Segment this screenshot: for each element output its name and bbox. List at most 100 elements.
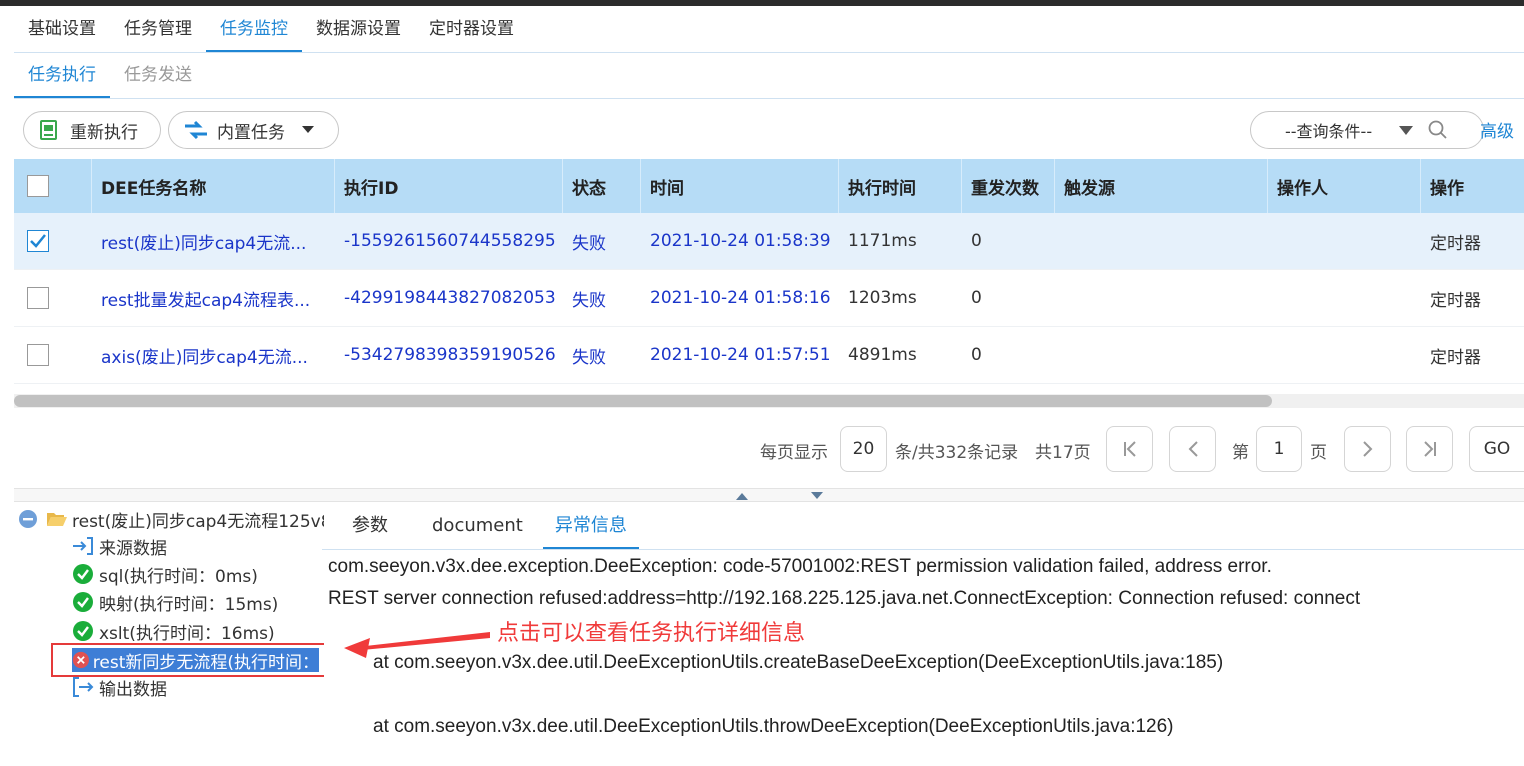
- tree-root[interactable]: rest(废止)同步cap4无流程125v8: [18, 506, 324, 532]
- go-button[interactable]: GO: [1469, 426, 1524, 472]
- tab-task-management[interactable]: 任务管理: [110, 6, 206, 52]
- tab-document[interactable]: document: [420, 504, 535, 549]
- cell-duration: 4891ms: [848, 345, 917, 365]
- tab-basic-settings[interactable]: 基础设置: [14, 6, 110, 52]
- tab-task-execution[interactable]: 任务执行: [14, 53, 110, 98]
- page-number-input[interactable]: 1: [1256, 426, 1302, 472]
- pagination: 每页显示 20 条/共332条记录 共17页 第 1 页 GO: [0, 420, 1524, 478]
- tree-node-label: sql(执行时间：0ms): [99, 566, 258, 587]
- tree-node-rest-selected[interactable]: rest新同步无流程(执行时间：: [72, 648, 319, 672]
- main-tabs: 基础设置 任务管理 任务监控 数据源设置 定时器设置: [14, 6, 1524, 53]
- panel-splitter[interactable]: [14, 488, 1524, 502]
- header-exec-id[interactable]: 执行ID: [335, 159, 563, 213]
- swap-arrows-icon: [185, 120, 207, 140]
- folder-open-icon: [47, 513, 67, 526]
- tree-node-xslt[interactable]: xslt(执行时间：16ms): [72, 618, 275, 644]
- rerun-button[interactable]: 重新执行: [23, 111, 161, 149]
- cell-action: 定时器: [1430, 347, 1481, 368]
- cell-retries: 0: [971, 288, 982, 308]
- header-task-name[interactable]: DEE任务名称: [92, 159, 335, 213]
- table-row[interactable]: rest批量发起cap4流程表... -4299198443827082053 …: [14, 270, 1524, 327]
- tree-node-label: 来源数据: [99, 538, 167, 559]
- tab-datasource-settings[interactable]: 数据源设置: [302, 6, 415, 52]
- cell-status: 失败: [572, 347, 606, 368]
- error-icon: [72, 651, 89, 669]
- exception-line: com.seeyon.v3x.dee.exception.DeeExceptio…: [328, 556, 1272, 577]
- last-page-button[interactable]: [1406, 426, 1453, 472]
- expand-down-icon[interactable]: [810, 491, 824, 501]
- next-page-button[interactable]: [1344, 426, 1391, 472]
- scrollbar-thumb[interactable]: [14, 395, 1272, 407]
- tree-node-source-data[interactable]: 来源数据: [72, 533, 167, 559]
- cell-status: 失败: [572, 290, 606, 311]
- header-status[interactable]: 状态: [563, 159, 641, 213]
- header-operator[interactable]: 操作人: [1268, 159, 1421, 213]
- cell-operator: [1268, 327, 1421, 383]
- tree-node-sql[interactable]: sql(执行时间：0ms): [72, 561, 258, 587]
- collapse-minus-icon[interactable]: [18, 509, 38, 529]
- select-all-checkbox[interactable]: [27, 175, 49, 197]
- cell-duration: 1203ms: [848, 288, 917, 308]
- row-checkbox-cell: [14, 270, 92, 326]
- tab-task-monitor[interactable]: 任务监控: [206, 6, 302, 52]
- first-page-icon: [1123, 441, 1136, 457]
- table-header: DEE任务名称 执行ID 状态 时间 执行时间 重发次数 触发源 操作人 操作: [14, 159, 1524, 213]
- row-checkbox[interactable]: [27, 230, 49, 252]
- chevron-right-icon: [1362, 441, 1372, 457]
- annotation-arrow-icon: [344, 632, 490, 658]
- tree-node-label: rest新同步无流程(执行时间：: [92, 652, 319, 673]
- cell-trigger-source: [1055, 270, 1268, 326]
- exception-stack-line: at com.seeyon.v3x.dee.util.DeeExceptionU…: [373, 652, 1224, 673]
- header-action[interactable]: 操作: [1421, 159, 1524, 213]
- cell-exec-id: -5342798398359190526: [344, 345, 556, 365]
- header-duration[interactable]: 执行时间: [839, 159, 962, 213]
- tree-node-mapping[interactable]: 映射(执行时间：15ms): [72, 589, 278, 615]
- tab-parameters[interactable]: 参数: [340, 504, 400, 549]
- builtin-task-dropdown[interactable]: 内置任务: [168, 111, 339, 149]
- cell-task-name[interactable]: rest批量发起cap4流程表...: [92, 270, 335, 326]
- horizontal-scrollbar[interactable]: [14, 394, 1524, 408]
- cell-time: 2021-10-24 01:58:16: [650, 288, 831, 308]
- cell-task-name[interactable]: rest(废止)同步cap4无流...: [92, 213, 335, 269]
- row-checkbox[interactable]: [27, 287, 49, 309]
- chevron-left-icon: [1188, 441, 1198, 457]
- tab-task-send[interactable]: 任务发送: [110, 53, 206, 98]
- cell-trigger-source: [1055, 327, 1268, 383]
- row-checkbox[interactable]: [27, 344, 49, 366]
- cell-status: 失败: [572, 233, 606, 254]
- success-icon: [73, 592, 93, 612]
- tab-exception-info[interactable]: 异常信息: [542, 504, 639, 549]
- total-pages-label: 共17页: [1035, 443, 1091, 463]
- first-page-button[interactable]: [1106, 426, 1153, 472]
- caret-down-icon: [1399, 125, 1414, 135]
- cell-trigger-source: [1055, 213, 1268, 269]
- advanced-search-link[interactable]: 高级: [1480, 117, 1514, 142]
- tree-node-output-data[interactable]: 输出数据: [72, 674, 167, 700]
- query-condition-select[interactable]: --查询条件--: [1250, 111, 1484, 149]
- table-row[interactable]: rest(废止)同步cap4无流... -1559261560744558295…: [14, 213, 1524, 270]
- prev-page-button[interactable]: [1169, 426, 1216, 472]
- header-trigger-source[interactable]: 触发源: [1055, 159, 1268, 213]
- annotation-text: 点击可以查看任务执行详细信息: [497, 621, 806, 646]
- cell-task-name[interactable]: axis(废止)同步cap4无流...: [92, 327, 335, 383]
- row-checkbox-cell: [14, 327, 92, 383]
- collapse-up-icon[interactable]: [735, 491, 749, 501]
- header-retries[interactable]: 重发次数: [962, 159, 1055, 213]
- query-condition-text: --查询条件--: [1285, 122, 1373, 141]
- tab-timer-settings[interactable]: 定时器设置: [415, 6, 528, 52]
- page-prefix: 第: [1232, 443, 1249, 463]
- rerun-icon: [40, 120, 57, 140]
- cell-exec-id: -4299198443827082053: [344, 288, 556, 308]
- row-checkbox-cell: [14, 213, 92, 269]
- total-records-label: 条/共332条记录: [895, 443, 1019, 463]
- tree-node-rest-highlight[interactable]: rest新同步无流程(执行时间：: [51, 643, 324, 677]
- table-row[interactable]: axis(废止)同步cap4无流... -5342798398359190526…: [14, 327, 1524, 384]
- cell-exec-id: -1559261560744558295: [344, 231, 556, 251]
- per-page-input[interactable]: 20: [840, 426, 887, 472]
- task-execution-table: DEE任务名称 执行ID 状态 时间 执行时间 重发次数 触发源 操作人 操作 …: [14, 159, 1524, 384]
- caret-down-icon: [302, 126, 314, 133]
- search-icon[interactable]: [1428, 120, 1448, 140]
- success-icon: [73, 621, 93, 641]
- exception-stack-line: at com.seeyon.v3x.dee.util.DeeExceptionU…: [373, 716, 1174, 737]
- header-time[interactable]: 时间: [641, 159, 839, 213]
